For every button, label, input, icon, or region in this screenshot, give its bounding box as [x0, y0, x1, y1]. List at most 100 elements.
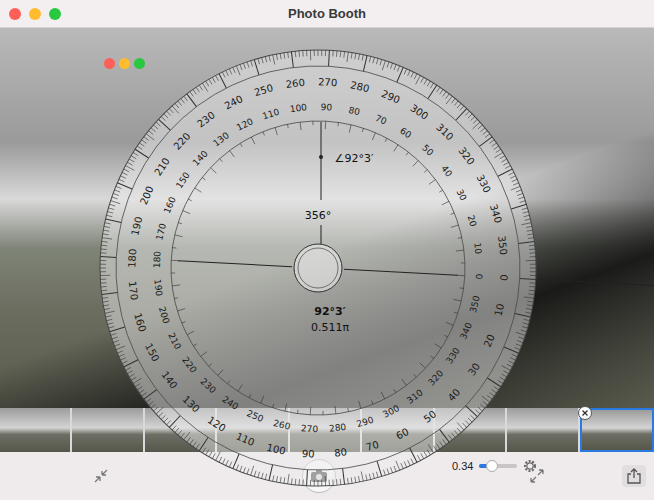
thumbnail[interactable] — [72, 408, 142, 452]
protractor-dial[interactable]: 0102030405060708090100110120130140150160… — [89, 39, 654, 500]
zoom-button[interactable] — [49, 8, 61, 20]
inner-tick — [439, 190, 442, 192]
tick — [523, 211, 529, 213]
protractor-close-button[interactable] — [104, 58, 115, 69]
inner-scale-label: 200 — [157, 305, 172, 325]
tick — [332, 51, 333, 57]
tick — [451, 433, 455, 438]
tick — [394, 64, 396, 70]
tick — [133, 152, 138, 155]
tick — [114, 344, 120, 347]
tick — [328, 480, 330, 486]
thumbnail[interactable] — [580, 408, 654, 452]
inner-tick — [273, 404, 274, 408]
inner-scale-label: 100 — [289, 102, 308, 114]
inner-scale-label: 350 — [468, 294, 482, 313]
tick — [269, 465, 273, 481]
close-button[interactable] — [9, 8, 21, 20]
outer-scale-label: 130 — [180, 393, 201, 414]
tick — [342, 468, 346, 484]
tick — [451, 98, 455, 103]
tick — [500, 155, 505, 159]
outer-scale-label: 70 — [365, 439, 380, 453]
thumbnail[interactable] — [217, 408, 287, 452]
tick — [240, 64, 243, 70]
tick — [288, 474, 289, 484]
thumbnail[interactable] — [0, 408, 70, 452]
thumbnail[interactable] — [507, 408, 577, 452]
inner-tick — [456, 250, 464, 252]
tick — [137, 146, 142, 149]
tick — [299, 51, 300, 57]
tick — [156, 122, 161, 126]
dial-face[interactable] — [89, 39, 547, 497]
close-icon[interactable] — [578, 406, 592, 420]
tick — [199, 437, 208, 451]
opacity-slider[interactable] — [479, 464, 517, 468]
inner-tick — [261, 396, 264, 404]
thumbnail[interactable] — [362, 408, 432, 452]
inner-tick — [372, 133, 375, 141]
thumbnail[interactable] — [145, 408, 215, 452]
inner-scale-label: 170 — [154, 222, 168, 241]
outer-scale-label: 190 — [129, 216, 144, 237]
tick — [100, 275, 110, 276]
inner-tick — [227, 381, 229, 384]
tick — [258, 58, 260, 64]
tick — [473, 122, 480, 129]
tick — [347, 52, 348, 62]
protractor[interactable]: 0102030405060708090100110120130140150160… — [0, 0, 654, 500]
outer-scale-label: 200 — [138, 184, 156, 206]
tick — [265, 474, 266, 480]
tick — [457, 103, 461, 108]
angle-arm[interactable] — [321, 122, 322, 200]
tick — [443, 91, 447, 96]
thumbnail[interactable] — [290, 408, 360, 452]
share-button[interactable] — [622, 465, 646, 487]
thumbnail[interactable] — [435, 408, 505, 452]
tick — [409, 448, 418, 462]
arm-handle[interactable] — [319, 155, 323, 159]
tick — [421, 453, 424, 458]
angle-arm[interactable] — [321, 225, 322, 244]
slider-knob[interactable] — [486, 460, 498, 472]
tick — [112, 197, 118, 199]
take-photo-button[interactable] — [302, 459, 336, 493]
baseline-extension[interactable] — [540, 280, 654, 287]
inner-tick — [454, 312, 458, 313]
tick — [167, 420, 171, 425]
inner-tick — [451, 225, 459, 228]
tick — [226, 70, 229, 75]
inner-scale-label: 30 — [454, 188, 468, 203]
protractor-zoom-button[interactable] — [134, 58, 145, 69]
inner-tick — [362, 128, 363, 132]
tick — [100, 256, 116, 258]
tick — [373, 57, 375, 63]
tick — [111, 201, 121, 204]
outer-scale-label: 350 — [496, 235, 509, 255]
shrink-arrows-icon[interactable] — [92, 467, 110, 485]
inner-scale-label: 330 — [444, 346, 462, 366]
tick — [454, 430, 458, 435]
outer-scale-label: 300 — [408, 102, 430, 122]
tick — [131, 377, 136, 381]
gear-icon[interactable] — [523, 459, 537, 473]
tick — [358, 476, 360, 482]
inner-scale-label: 180 — [152, 250, 163, 268]
tick — [199, 85, 203, 90]
tick — [102, 292, 118, 296]
tick — [302, 51, 303, 57]
protractor-minimize-button[interactable] — [119, 58, 130, 69]
tick — [509, 172, 514, 175]
outer-scale-label: 100 — [266, 442, 287, 457]
inner-tick — [394, 145, 398, 152]
tick — [343, 52, 345, 58]
center-hub[interactable] — [294, 244, 342, 292]
tick — [328, 50, 330, 66]
inner-tick — [419, 363, 425, 368]
inner-tick — [385, 138, 387, 142]
minimize-button[interactable] — [29, 8, 41, 20]
inner-scale-label: 270 — [301, 423, 319, 434]
tick — [133, 378, 141, 384]
inner-tick — [172, 247, 176, 249]
